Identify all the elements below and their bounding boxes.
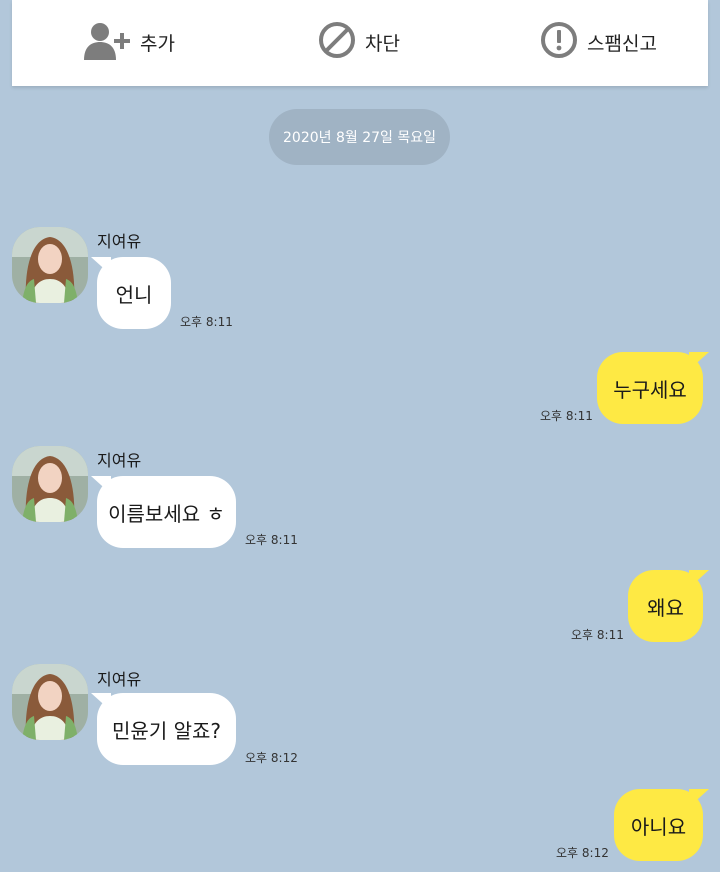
block-icon (317, 20, 357, 65)
action-bar: 추가 차단 스팸신고 (12, 0, 708, 86)
message-time: 오후 8:11 (180, 315, 233, 329)
sender-name: 지여유 (97, 670, 142, 689)
report-spam-button[interactable]: 스팸신고 (539, 20, 657, 65)
block-label: 차단 (365, 32, 400, 55)
add-friend-button[interactable]: 추가 (84, 22, 175, 62)
message-time: 오후 8:12 (556, 846, 609, 860)
message-bubble-outgoing[interactable]: 아니요 (614, 789, 703, 861)
message-bubble-incoming[interactable]: 민윤기 알죠? (97, 693, 236, 765)
message-bubble-outgoing[interactable]: 누구세요 (597, 352, 703, 424)
sender-avatar[interactable] (12, 446, 88, 522)
block-button[interactable]: 차단 (317, 20, 400, 65)
date-divider: 2020년 8월 27일 목요일 (269, 109, 450, 165)
message-bubble-incoming[interactable]: 이름보세요 ㅎ (97, 476, 236, 548)
message-time: 오후 8:12 (245, 751, 298, 765)
message-time: 오후 8:11 (571, 628, 624, 642)
message-bubble-outgoing[interactable]: 왜요 (628, 570, 703, 642)
message-time: 오후 8:11 (245, 533, 298, 547)
message-time: 오후 8:11 (540, 409, 593, 423)
sender-avatar[interactable] (12, 664, 88, 740)
add-person-icon (84, 20, 132, 65)
message-bubble-incoming[interactable]: 언니 (97, 257, 171, 329)
chat-screen: 추가 차단 스팸신고 2020년 8월 27일 목요일 지여유 언니 오후 8:… (0, 0, 720, 872)
sender-avatar[interactable] (12, 227, 88, 303)
add-label: 추가 (140, 32, 175, 55)
sender-name: 지여유 (97, 232, 142, 251)
sender-name: 지여유 (97, 451, 142, 470)
exclamation-icon (539, 20, 579, 65)
spam-label: 스팸신고 (587, 32, 657, 55)
